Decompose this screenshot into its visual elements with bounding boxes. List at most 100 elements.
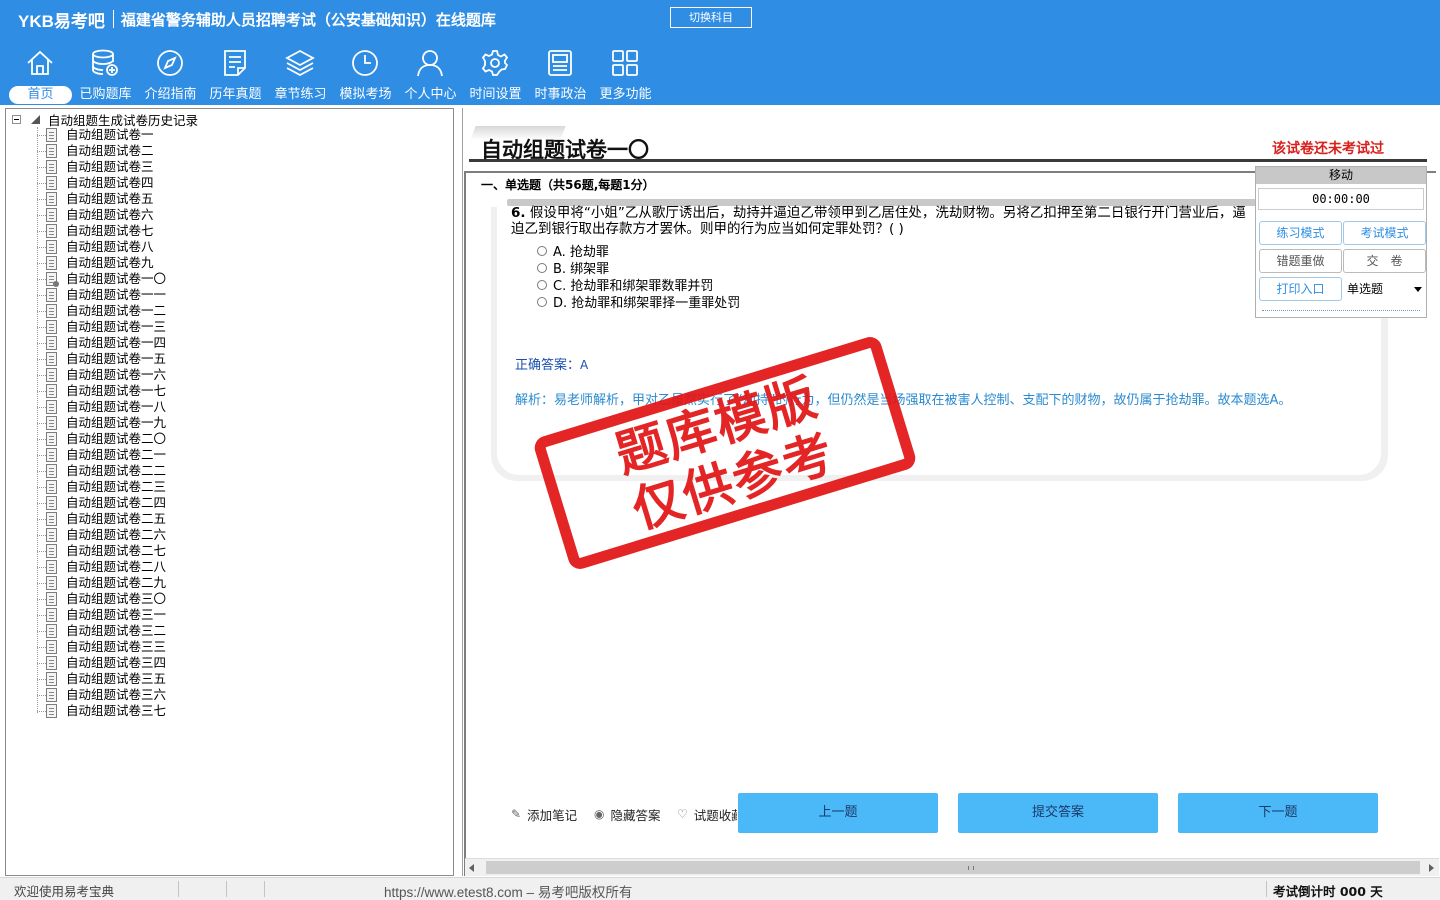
tree-item[interactable]: 自动组题试卷二〇 (6, 431, 306, 447)
option-a[interactable]: A. 抢劫罪 (537, 242, 740, 260)
tree-connector (37, 135, 46, 136)
tree-item[interactable]: 自动组题试卷一五 (6, 351, 306, 367)
tree-connector (37, 615, 46, 616)
tree-item[interactable]: 自动组题试卷二二 (6, 463, 306, 479)
tree-item[interactable]: 自动组题试卷九 (6, 255, 306, 271)
option-b[interactable]: B. 绑架罪 (537, 259, 740, 277)
print-entry-button[interactable]: 打印入口 (1259, 277, 1342, 301)
add-note-tool[interactable]: ✎ 添加笔记 (511, 805, 577, 823)
nav-item-current-affairs[interactable]: 时事政治 (528, 44, 593, 104)
practice-mode-button[interactable]: 练习模式 (1259, 221, 1342, 245)
nav-item-guide[interactable]: 介绍指南 (138, 44, 203, 104)
tree-item[interactable]: 自动组题试卷一七 (6, 383, 306, 399)
tree-item[interactable]: 自动组题试卷二九 (6, 575, 306, 591)
tree-item[interactable]: 自动组题试卷一六 (6, 367, 306, 383)
document-icon (46, 240, 57, 254)
tree-item[interactable]: 自动组题试卷四 (6, 175, 306, 191)
nav-item-profile[interactable]: 个人中心 (398, 44, 463, 104)
nav-item-home[interactable]: 首页 (8, 44, 73, 104)
status-bar: 欢迎使用易考宝典 https://www.etest8.com – 易考吧版权所… (0, 877, 1440, 900)
question-number: 6. (511, 205, 526, 221)
scroll-right-icon[interactable] (1429, 864, 1434, 872)
hide-answer-tool[interactable]: ◉ 隐藏答案 (594, 805, 661, 823)
tree-item[interactable]: 自动组题试卷七 (6, 223, 306, 239)
exam-mode-button[interactable]: 考试模式 (1343, 221, 1426, 245)
horizontal-scrollbar[interactable] (465, 858, 1439, 876)
nav-item-past-papers[interactable]: 历年真题 (203, 44, 268, 104)
tree-item[interactable]: 自动组题试卷二三 (6, 479, 306, 495)
tree-item[interactable]: 自动组题试卷二六 (6, 527, 306, 543)
nav-item-time-settings[interactable]: 时间设置 (463, 44, 528, 104)
submit-answer-button[interactable]: 提交答案 (958, 793, 1158, 833)
collapse-icon[interactable] (12, 114, 21, 124)
tree-item[interactable]: 自动组题试卷三一 (6, 607, 306, 623)
tree-root[interactable]: 自动组题生成试卷历史记录 (12, 111, 198, 128)
scrollbar-thumb[interactable] (486, 861, 1420, 874)
panel-resize-edge[interactable] (1262, 310, 1420, 311)
tree-item[interactable]: 自动组题试卷五 (6, 191, 306, 207)
tree-item[interactable]: 自动组题试卷三三 (6, 639, 306, 655)
scroll-left-icon[interactable] (469, 864, 474, 872)
radio-button[interactable] (537, 262, 547, 273)
prev-question-button[interactable]: 上一题 (738, 793, 938, 833)
tree-connector (37, 359, 46, 360)
app-title: 福建省警务辅助人员招聘考试（公安基础知识）在线题库 (120, 10, 496, 29)
nav-item-chapter-practice[interactable]: 章节练习 (268, 44, 333, 104)
radio-button[interactable] (537, 279, 547, 290)
document-icon (46, 560, 57, 574)
option-c[interactable]: C. 抢劫罪和绑架罪数罪并罚 (537, 276, 740, 294)
tree-item[interactable]: 自动组题试卷一四 (6, 335, 306, 351)
tree-item[interactable]: 自动组题试卷三 (6, 159, 306, 175)
paper-history-tree[interactable]: 自动组题生成试卷历史记录 自动组题试卷一 自动组题试卷二 自动组题试卷三 自动组题试卷… (5, 108, 454, 876)
nav-item-mock-exam[interactable]: 模拟考场 (333, 44, 398, 104)
tree-item[interactable]: 自动组题试卷三〇 (6, 591, 306, 607)
document-icon (46, 352, 57, 366)
tree-item[interactable]: 自动组题试卷二 (6, 143, 306, 159)
section-title: 一、单选题（共56题,每题1分） (481, 178, 655, 192)
tree-item[interactable]: 自动组题试卷一 (6, 127, 306, 143)
tree-item[interactable]: 自动组题试卷三七 (6, 703, 306, 719)
tree-item[interactable]: 自动组题试卷一一 (6, 287, 306, 303)
option-d[interactable]: D. 抢劫罪和绑架罪择一重罪处罚 (537, 293, 740, 311)
tree-item[interactable]: 自动组题试卷二五 (6, 511, 306, 527)
document-icon (46, 416, 57, 430)
document-icon (46, 528, 57, 542)
tree-item[interactable]: 自动组题试卷三四 (6, 655, 306, 671)
redo-wrong-button[interactable]: 错题重做 (1259, 249, 1342, 273)
tree-item[interactable]: 自动组题试卷八 (6, 239, 306, 255)
tree-item[interactable]: 自动组题试卷二八 (6, 559, 306, 575)
tree-item[interactable]: 自动组题试卷六 (6, 207, 306, 223)
nav-item-purchased[interactable]: 已购题库 (73, 44, 138, 104)
move-handle[interactable]: 移动 (1256, 167, 1426, 184)
tree-connector (37, 151, 46, 152)
nav-item-more[interactable]: 更多功能 (593, 44, 658, 104)
tree-item-label: 自动组题试卷二一 (66, 447, 167, 462)
nav-label: 介绍指南 (144, 87, 197, 102)
document-icon (46, 144, 57, 158)
switch-subject-button[interactable]: 切换科目 (670, 7, 752, 28)
tree-item[interactable]: 自动组题试卷二四 (6, 495, 306, 511)
favorite-tool[interactable]: ♡ 试题收藏 (677, 805, 737, 823)
radio-button[interactable] (537, 245, 547, 256)
submit-paper-button[interactable]: 交 卷 (1343, 249, 1426, 273)
tree-item[interactable]: 自动组题试卷三二 (6, 623, 306, 639)
document-icon (46, 512, 57, 526)
tree-item-label: 自动组题试卷六 (66, 207, 154, 222)
tree-item[interactable]: 自动组题试卷一八 (6, 399, 306, 415)
next-question-button[interactable]: 下一题 (1178, 793, 1378, 833)
tree-item[interactable]: 自动组题试卷三六 (6, 687, 306, 703)
tree-item[interactable]: 自动组题试卷二七 (6, 543, 306, 559)
document-icon (46, 320, 57, 334)
tree-item-label: 自动组题试卷二六 (66, 527, 167, 542)
question-type-select[interactable]: 单选题 (1343, 277, 1426, 301)
tree-item[interactable]: 自动组题试卷二一 (6, 447, 306, 463)
tree-item[interactable]: 自动组题试卷一二 (6, 303, 306, 319)
tree-item[interactable]: 自动组题试卷一九 (6, 415, 306, 431)
tree-item[interactable]: 自动组题试卷一三 (6, 319, 306, 335)
radio-button[interactable] (537, 296, 547, 307)
document-icon (46, 272, 59, 287)
tree-item[interactable]: 自动组题试卷三五 (6, 671, 306, 687)
tree-item-label: 自动组题试卷一四 (66, 335, 167, 350)
tree-item[interactable]: 自动组题试卷一〇 (6, 271, 306, 287)
document-icon (46, 464, 57, 478)
